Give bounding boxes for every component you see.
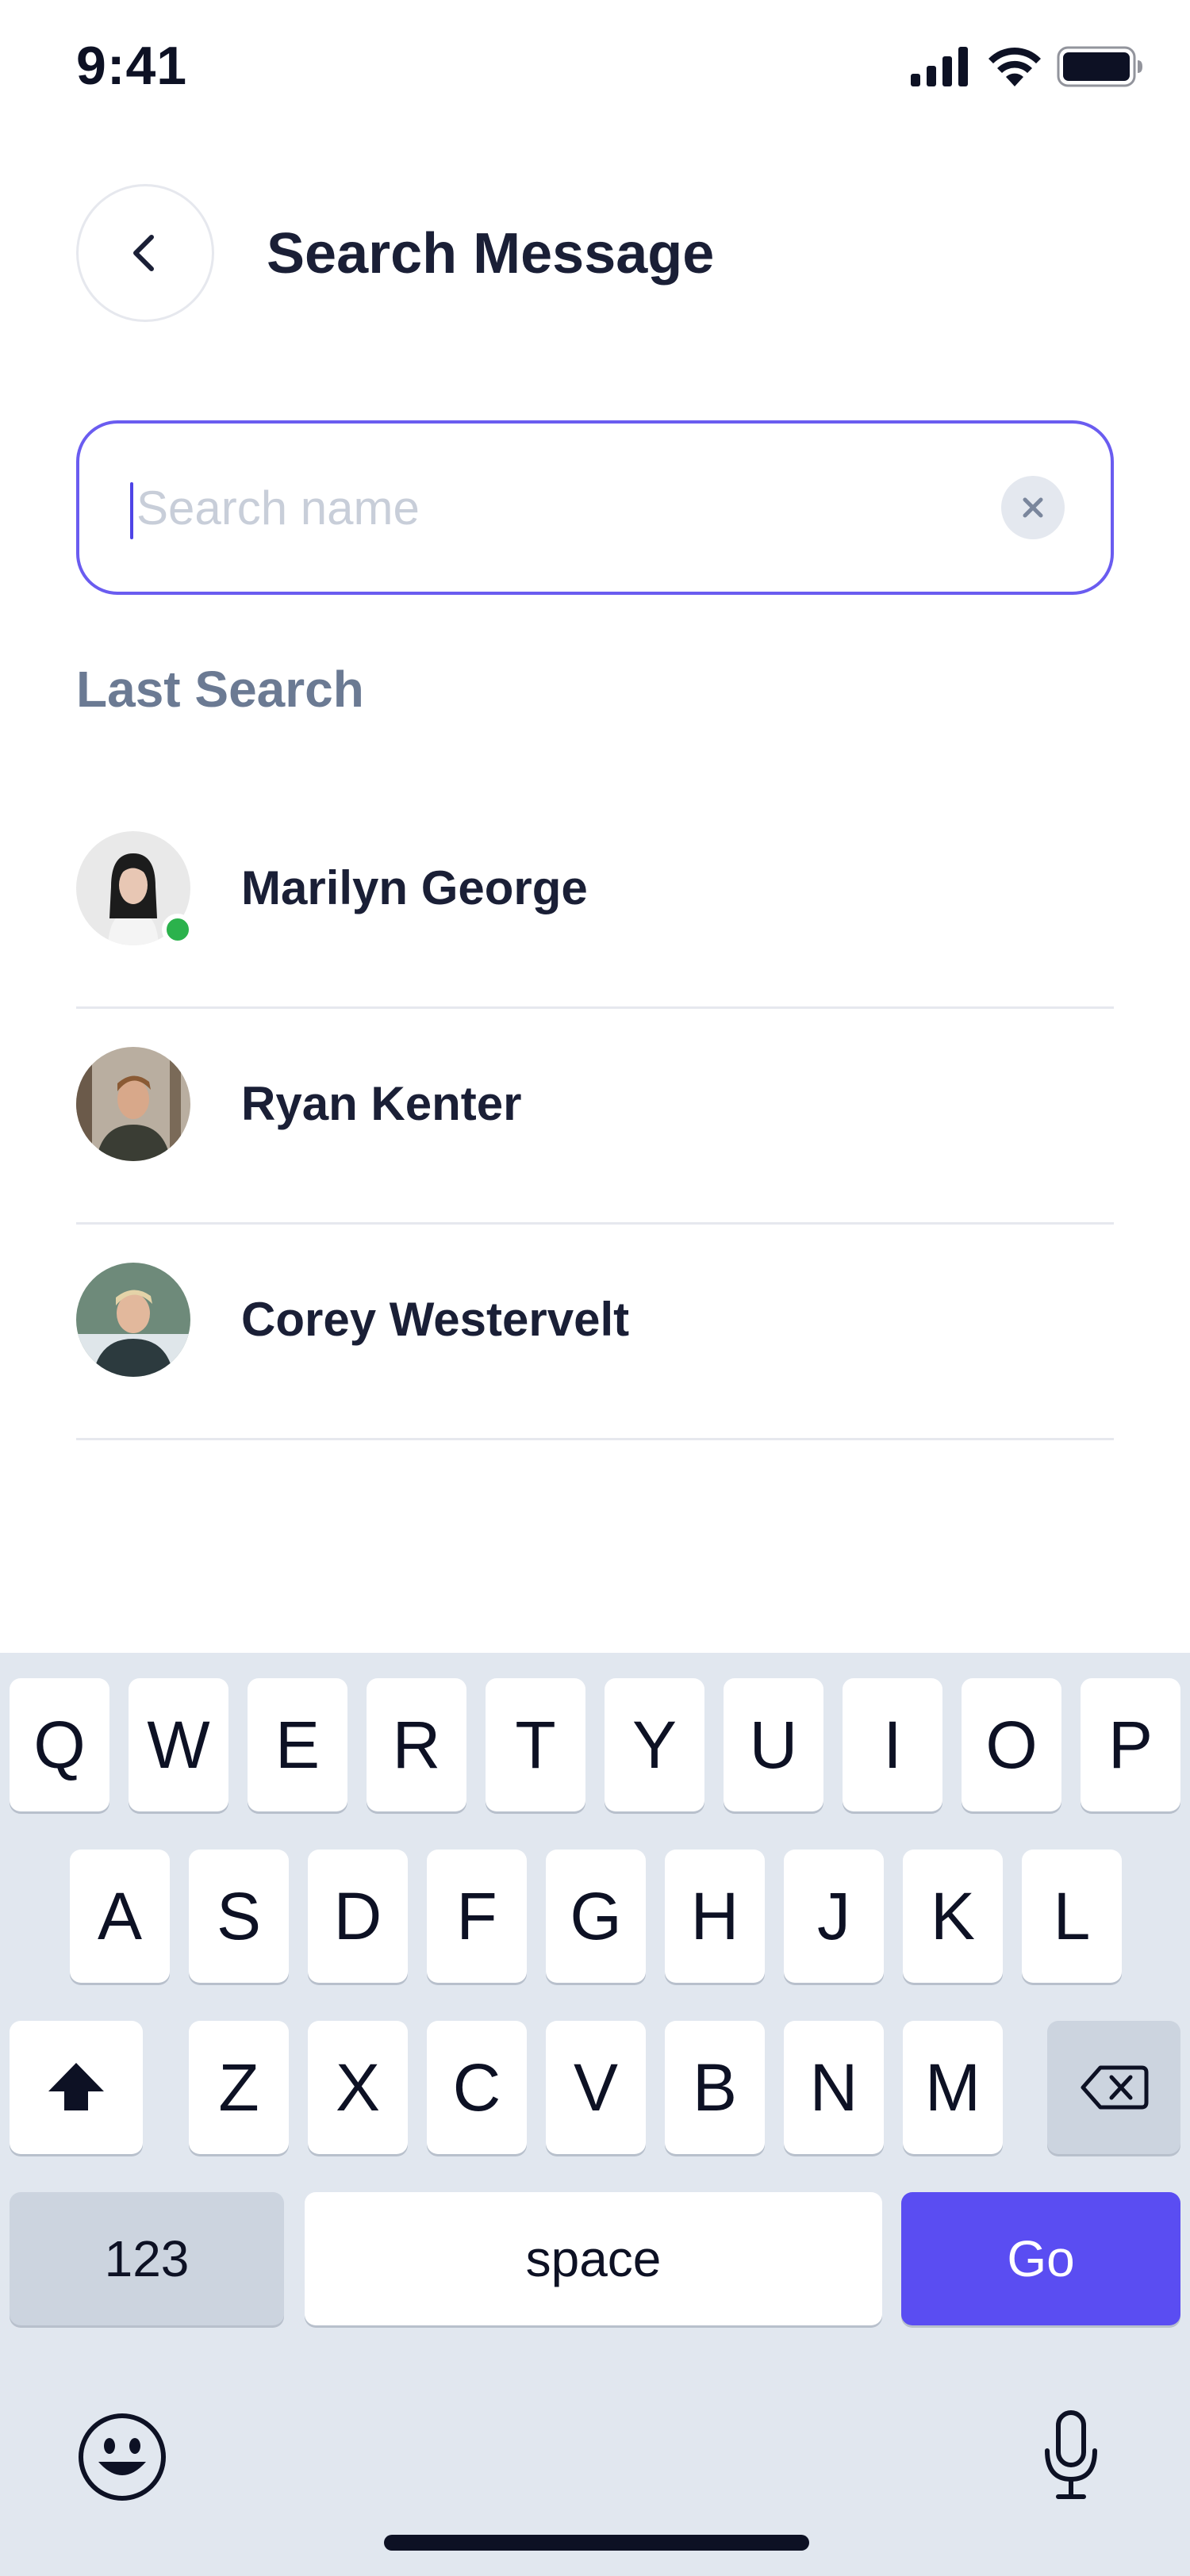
key-x[interactable]: X [308,2021,408,2154]
back-button[interactable] [76,184,214,322]
chevron-left-icon [133,235,154,271]
search-field[interactable] [76,420,1114,595]
key-e[interactable]: E [248,1678,347,1811]
key-i[interactable]: I [843,1678,942,1811]
clear-search-button[interactable] [1001,476,1065,539]
list-item[interactable]: Corey Westervelt [76,1225,1114,1440]
key-b[interactable]: B [665,2021,765,2154]
list-item[interactable]: Ryan Kenter [76,1009,1114,1225]
key-f[interactable]: F [427,1850,527,1983]
avatar [76,1047,190,1161]
contact-name: Marilyn George [241,861,588,914]
avatar [76,831,194,945]
status-bar: 9:41 [0,0,1190,143]
numbers-key[interactable]: 123 [10,2192,284,2325]
key-t[interactable]: T [486,1678,585,1811]
online-status-dot [162,914,194,945]
wifi-icon [988,48,1041,86]
key-j[interactable]: J [784,1850,884,1983]
backspace-key[interactable] [1047,2021,1180,2154]
contact-name: Ryan Kenter [241,1077,522,1130]
key-q[interactable]: Q [10,1678,109,1811]
battery-icon [1057,46,1142,87]
key-p[interactable]: P [1081,1678,1180,1811]
avatar-photo [76,1263,190,1377]
close-icon [1023,497,1043,518]
space-key[interactable]: space [305,2192,882,2325]
key-u[interactable]: U [724,1678,823,1811]
key-k[interactable]: K [903,1850,1003,1983]
search-input[interactable] [127,463,930,552]
emoji-icon[interactable] [76,2411,168,2503]
status-time: 9:41 [76,36,188,96]
go-key[interactable]: Go [901,2192,1180,2325]
last-search-list: Marilyn George Ryan Kenter Corey Westerv… [76,793,1114,1440]
shift-icon [48,2063,104,2110]
key-s[interactable]: S [189,1850,289,1983]
last-search-label: Last Search [76,661,364,718]
key-a[interactable]: A [70,1850,170,1983]
key-w[interactable]: W [129,1678,228,1811]
key-h[interactable]: H [665,1850,765,1983]
shift-key[interactable] [10,2021,143,2154]
cellular-signal-icon [911,47,968,86]
contact-name: Corey Westervelt [241,1293,630,1346]
key-n[interactable]: N [784,2021,884,2154]
status-icons [911,46,1144,87]
key-y[interactable]: Y [605,1678,704,1811]
text-caret [130,482,133,539]
page-title: Search Message [267,222,715,286]
key-l[interactable]: L [1022,1850,1122,1983]
key-g[interactable]: G [546,1850,646,1983]
list-item[interactable]: Marilyn George [76,793,1114,1009]
key-c[interactable]: C [427,2021,527,2154]
avatar [76,1263,190,1377]
on-screen-keyboard: Q W E R T Y U I O P A S D F G H J K L Z … [0,1653,1190,2576]
key-r[interactable]: R [367,1678,466,1811]
key-z[interactable]: Z [189,2021,289,2154]
microphone-icon[interactable] [1039,2408,1103,2503]
key-o[interactable]: O [962,1678,1061,1811]
avatar-photo [76,1047,190,1161]
key-v[interactable]: V [546,2021,646,2154]
key-m[interactable]: M [903,2021,1003,2154]
home-indicator [384,2535,809,2551]
key-d[interactable]: D [308,1850,408,1983]
backspace-icon [1081,2065,1149,2110]
